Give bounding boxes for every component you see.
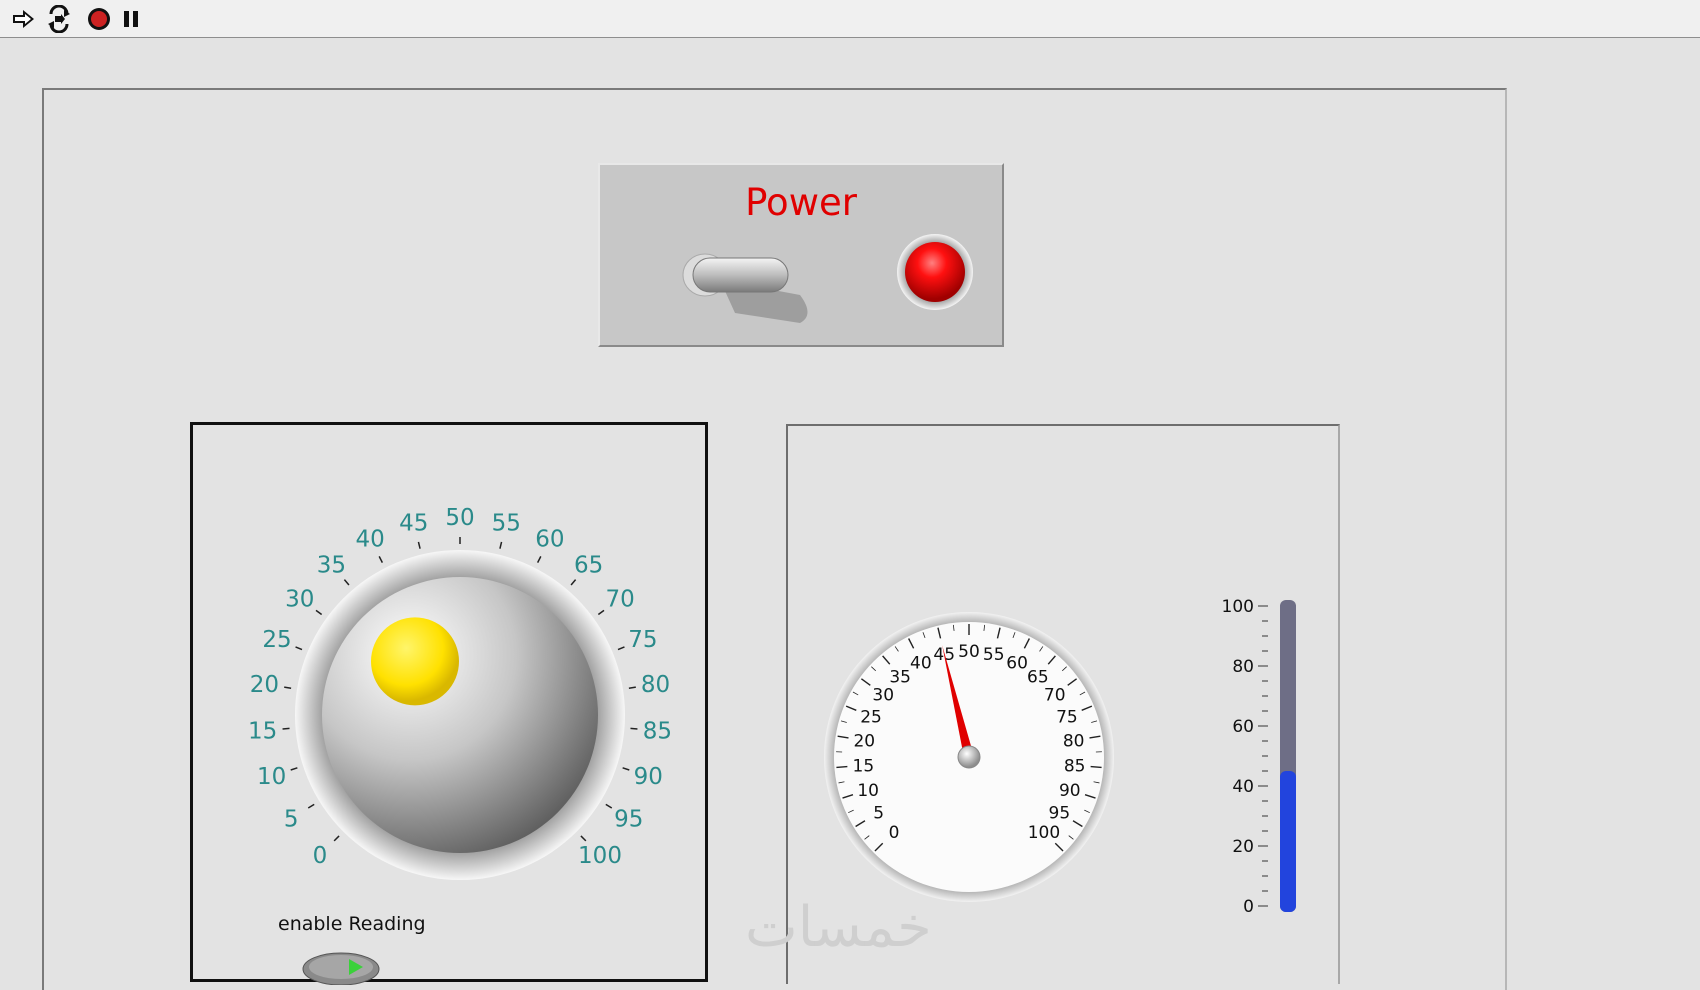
gauge-tick-label: 15	[853, 756, 875, 776]
knob-tick-label: 85	[643, 719, 672, 745]
tank-fill-level	[1280, 771, 1296, 912]
power-led-indicator	[895, 232, 975, 312]
knob-tick-label: 50	[445, 505, 474, 531]
knob-tick	[284, 687, 291, 688]
knob-tick-label: 10	[257, 764, 286, 790]
knob-tick-label: 40	[355, 527, 384, 553]
tank-tick-label: 60	[1232, 717, 1254, 737]
power-label: Power	[600, 181, 1002, 224]
gauge-tick-label: 5	[873, 803, 884, 823]
knob-tick	[418, 542, 420, 549]
knob-tick-label: 70	[606, 587, 635, 613]
knob-tick-label: 60	[535, 527, 564, 553]
watermark: خمسات	[745, 895, 932, 960]
gauge-tick-label: 55	[983, 645, 1005, 665]
gauge-hub	[958, 746, 980, 768]
gauge-tick-label: 75	[1056, 707, 1078, 727]
knob-tick	[316, 610, 322, 614]
knob-control-box: 05 10 15 20 25 3035 40 45 50 55 60 6570 75 80 85 90 95 10…	[190, 422, 708, 982]
gauge-tick-label: 90	[1059, 781, 1081, 801]
power-toggle-switch[interactable]	[675, 235, 815, 325]
knob-body[interactable]	[322, 577, 598, 853]
tank-tick-label: 80	[1232, 657, 1254, 677]
meter-gauge: 0510152025303540455055606570758085909510…	[824, 612, 1144, 932]
knob-tick-label: 45	[399, 510, 428, 536]
run-continuously-icon[interactable]	[45, 5, 73, 33]
knob-tick-label: 30	[285, 587, 314, 613]
knob-tick	[344, 580, 349, 585]
toolbar	[0, 0, 1700, 38]
knob-tick	[500, 542, 502, 549]
knob-tick	[308, 804, 314, 808]
gauge-tick-label: 20	[853, 731, 875, 751]
knob-tick	[379, 556, 382, 562]
knob-tick-label: 100	[578, 843, 622, 869]
knob-tick-label: 80	[641, 672, 670, 698]
gauge-tick-label: 50	[958, 642, 980, 662]
knob-tick	[629, 687, 636, 688]
knob-tick-label: 90	[634, 764, 663, 790]
pause-icon[interactable]	[117, 5, 145, 33]
knob-tick-label: 15	[248, 719, 277, 745]
knob-tick	[581, 836, 586, 841]
knob-tick	[571, 580, 576, 585]
tank-indicator: 0 20 40 60 80 100	[1198, 596, 1318, 916]
gauge-tick-label: 10	[857, 781, 879, 801]
gauge-tick	[1091, 767, 1102, 768]
knob-tick-label: 20	[250, 672, 279, 698]
knob-indicator-dot	[371, 617, 459, 705]
gauge-tick-label: 85	[1064, 756, 1086, 776]
abort-execution-icon[interactable]	[85, 5, 113, 33]
knob-tick	[623, 768, 630, 770]
knob-tick-label: 55	[492, 510, 521, 536]
enable-reading-label: enable Reading	[278, 913, 426, 935]
gauge-tick-label: 60	[1006, 654, 1028, 674]
knob-tick-label: 35	[317, 552, 346, 578]
tank-scale: 0 20 40 60 80 100	[1222, 597, 1268, 916]
gauge-tick-label: 95	[1049, 803, 1071, 823]
knob-tick-label: 65	[574, 552, 603, 578]
run-arrow-icon[interactable]	[10, 5, 38, 33]
rotary-knob[interactable]: 05 10 15 20 25 3035 40 45 50 55 60 6570 75 80 85 90 95 10…	[193, 425, 705, 979]
knob-tick	[334, 836, 339, 841]
gauge-tick-label: 35	[889, 667, 911, 687]
knob-tick	[296, 647, 302, 650]
knob-tick	[598, 610, 604, 614]
gauge-tick-label: 70	[1044, 686, 1066, 706]
knob-tick	[283, 728, 290, 729]
gauge-tick	[836, 767, 847, 768]
gauge-tick-label: 0	[889, 823, 900, 843]
tank-tick-label: 40	[1232, 777, 1254, 797]
power-control-box: Power	[598, 163, 1004, 347]
knob-tick	[618, 647, 624, 650]
gauge-tick-label: 100	[1028, 823, 1060, 843]
knob-tick-label: 75	[628, 627, 657, 653]
tank-tick-label: 20	[1232, 837, 1254, 857]
knob-tick-label: 0	[313, 843, 328, 869]
knob-tick-label: 95	[614, 806, 643, 832]
gauge-tick-label: 80	[1063, 731, 1085, 751]
knob-tick	[606, 804, 612, 808]
knob-tick-label: 25	[262, 627, 291, 653]
enable-reading-switch[interactable]	[301, 945, 381, 985]
knob-tick	[630, 728, 637, 729]
knob-tick-label: 5	[284, 806, 299, 832]
knob-tick	[538, 556, 541, 562]
gauge-tick-label: 40	[910, 654, 932, 674]
gauge-tick-label: 65	[1027, 667, 1049, 687]
knob-tick	[291, 768, 298, 770]
tank-tick-label: 0	[1243, 897, 1254, 916]
tank-tick-label: 100	[1222, 597, 1254, 617]
gauge-tick-label: 25	[860, 707, 882, 727]
gauge-tick-label: 30	[872, 686, 894, 706]
